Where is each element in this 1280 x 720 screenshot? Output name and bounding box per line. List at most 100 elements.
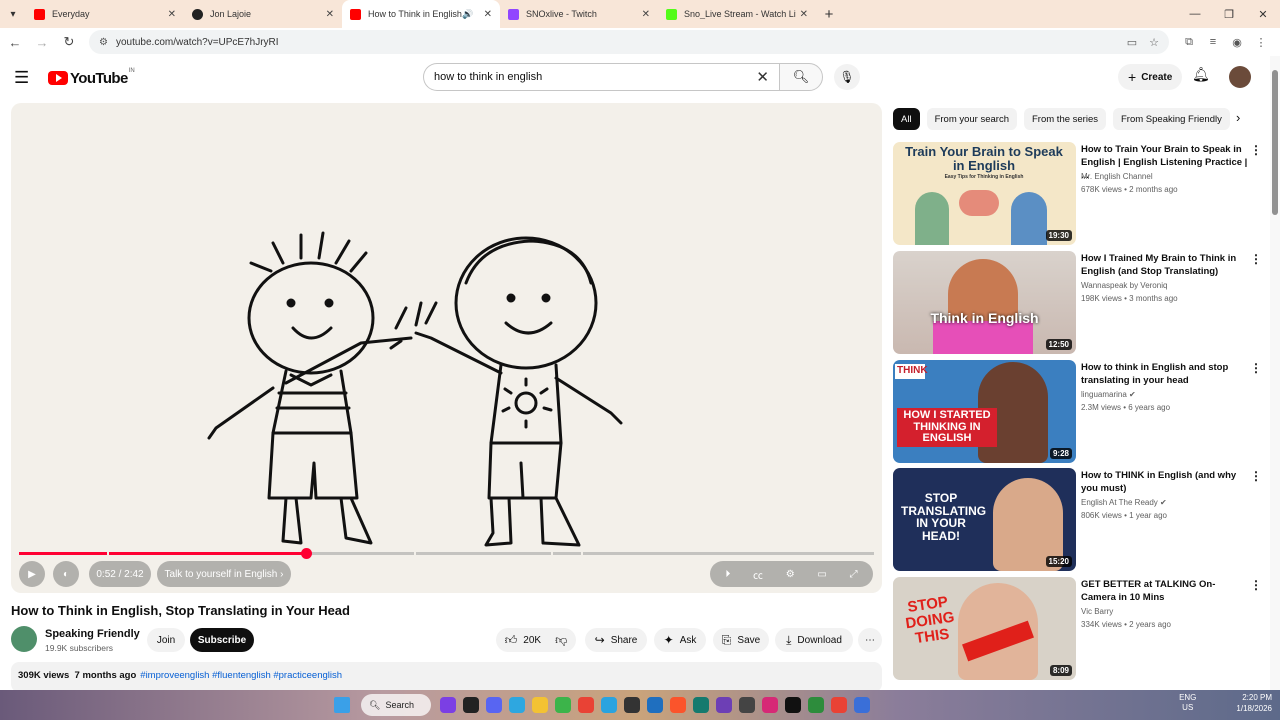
maximize-icon[interactable]: ❐ (1212, 0, 1246, 28)
subscribe-button[interactable]: Subscribe (190, 628, 254, 652)
account-avatar[interactable] (1229, 66, 1251, 88)
telegram-icon[interactable] (601, 697, 617, 713)
taskbar-search[interactable]: 🔍︎ Search (361, 694, 431, 716)
site-info-icon[interactable]: ⚙ (99, 37, 108, 48)
app-icon[interactable] (716, 697, 732, 713)
app-icon[interactable] (831, 697, 847, 713)
close-tab-icon[interactable]: ✕ (642, 9, 650, 20)
more-actions-button[interactable]: ⋯ (858, 628, 882, 652)
brave-icon[interactable] (670, 697, 686, 713)
share-button[interactable]: ↪ Share (585, 628, 647, 652)
app-icon[interactable] (624, 697, 640, 713)
recommendation-title[interactable]: GET BETTER at TALKING On-Camera in 10 Mi… (1081, 578, 1249, 604)
channel-name[interactable]: Speaking Friendly (45, 628, 140, 640)
video-player[interactable]: ▶ ◐ 0:52 / 2:42 Talk to yourself in Engl… (11, 103, 882, 593)
more-vertical-icon[interactable]: ⋮ (1250, 143, 1262, 157)
profile-icon[interactable]: ◉ (1225, 36, 1249, 49)
recommendation-item[interactable]: THINK HOW I STARTED THINKING IN ENGLISH … (893, 360, 1268, 464)
address-bar[interactable]: ⚙ youtube.com/watch?v=UPcE7hJryRI ▭ ☆ (89, 30, 1169, 54)
browser-tab[interactable]: Jon Lajoie ✕ (184, 0, 342, 28)
app-icon[interactable] (854, 697, 870, 713)
video-thumbnail[interactable]: STOP TRANSLATING IN YOUR HEAD! 15:20 (893, 468, 1076, 571)
browser-tab[interactable]: Everyday ✕ (26, 0, 184, 28)
download-button[interactable]: ⤓ Download (775, 628, 853, 652)
play-button[interactable]: ▶ (19, 561, 45, 587)
join-button[interactable]: Join (147, 628, 185, 652)
thumbs-down-icon[interactable]: 👎︎ (555, 633, 567, 648)
recommendation-channel[interactable]: linguamarina ✔ (1081, 390, 1136, 399)
more-vertical-icon[interactable]: ⋮ (1250, 252, 1262, 266)
app-icon[interactable] (693, 697, 709, 713)
close-tab-icon[interactable]: ✕ (168, 9, 176, 20)
chip-from-the-series[interactable]: From the series (1024, 108, 1106, 130)
app-icon[interactable] (555, 697, 571, 713)
notifications-bell-icon[interactable]: 🔔︎ (1192, 66, 1210, 83)
app-icon[interactable] (785, 697, 801, 713)
recommendation-item[interactable]: Train Your Brain to Speak in English Eas… (893, 142, 1268, 246)
recommendation-item[interactable]: Think in English 12:50 How I Trained My … (893, 251, 1268, 355)
recommendation-item[interactable]: STOP DOING THIS 8:09 GET BETTER at TALKI… (893, 577, 1268, 681)
recommendation-title[interactable]: How to THINK in English (and why you mus… (1081, 469, 1249, 495)
file-explorer-icon[interactable] (532, 697, 548, 713)
windows-start-icon[interactable] (334, 697, 350, 713)
captions-icon[interactable]: ㏄ (753, 567, 763, 582)
browser-tab-active[interactable]: How to Think in English, Sto 🔊 ✕ (342, 0, 500, 28)
close-tab-icon[interactable]: ✕ (484, 9, 492, 20)
app-icon[interactable] (647, 697, 663, 713)
menu-icon[interactable]: ☰ (14, 68, 38, 88)
video-thumbnail[interactable]: STOP DOING THIS 8:09 (893, 577, 1076, 680)
back-icon[interactable]: ← (3, 30, 27, 54)
app-icon[interactable] (440, 697, 456, 713)
close-tab-icon[interactable]: ✕ (800, 9, 808, 20)
fullscreen-icon[interactable]: ⤢ (850, 569, 858, 580)
recommendation-channel[interactable]: Mr. English Channel (1081, 172, 1153, 181)
video-thumbnail[interactable]: Train Your Brain to Speak in English Eas… (893, 142, 1076, 245)
like-count[interactable]: 20K (523, 635, 541, 646)
app-icon[interactable] (463, 697, 479, 713)
theater-mode-icon[interactable]: ▭ (817, 569, 826, 580)
save-button[interactable]: ⎘ Save (713, 628, 769, 652)
progress-scrubber[interactable] (301, 548, 312, 559)
settings-gear-icon[interactable]: ⚙ (786, 569, 795, 580)
recommendation-channel[interactable]: Wannaspeak by Veroniq (1081, 281, 1167, 290)
search-input[interactable]: how to think in english ✕ (423, 63, 779, 91)
ask-button[interactable]: ✦ Ask (654, 628, 706, 652)
chip-from-channel[interactable]: From Speaking Friendly (1113, 108, 1230, 130)
tab-search-icon[interactable]: ▾ (0, 0, 26, 28)
chip-all[interactable]: All (893, 108, 920, 130)
video-thumbnail[interactable]: THINK HOW I STARTED THINKING IN ENGLISH … (893, 360, 1076, 463)
app-icon[interactable] (739, 697, 755, 713)
recommendation-channel[interactable]: Vic Barry (1081, 607, 1113, 616)
hashtags[interactable]: #improveenglish #fluentenglish #practice… (140, 670, 342, 681)
channel-avatar[interactable] (11, 626, 37, 652)
thumbs-up-icon[interactable]: 👍︎ (505, 633, 518, 648)
more-vertical-icon[interactable]: ⋮ (1250, 469, 1262, 483)
video-progress-bar[interactable] (19, 548, 874, 559)
close-tab-icon[interactable]: ✕ (326, 9, 334, 20)
app-icon[interactable] (808, 697, 824, 713)
browser-menu-icon[interactable]: ⋮ (1249, 36, 1273, 49)
create-button[interactable]: + Create (1118, 64, 1183, 90)
recommendation-title[interactable]: How to think in English and stop transla… (1081, 361, 1249, 387)
cast-icon[interactable]: ▭ (1127, 36, 1137, 49)
new-tab-icon[interactable]: + (816, 0, 842, 28)
voice-search-button[interactable]: 🎙︎ (834, 64, 860, 90)
clear-search-icon[interactable]: ✕ (756, 68, 769, 86)
media-icon[interactable]: ≡ (1201, 36, 1225, 49)
app-icon[interactable] (509, 697, 525, 713)
youtube-logo[interactable]: YouTube IN (48, 68, 135, 87)
language-indicator[interactable]: ENG US (1179, 693, 1196, 713)
more-vertical-icon[interactable]: ⋮ (1250, 361, 1262, 375)
clock[interactable]: 2:20 PM 1/18/2026 (1236, 692, 1272, 714)
page-scrollbar[interactable] (1270, 56, 1280, 690)
reload-icon[interactable]: ↻ (57, 30, 81, 54)
speaker-icon[interactable]: 🔊 (462, 9, 473, 20)
volume-button[interactable]: ◐ (53, 561, 79, 587)
recommendation-item[interactable]: STOP TRANSLATING IN YOUR HEAD! 15:20 How… (893, 468, 1268, 572)
chip-from-your-search[interactable]: From your search (926, 108, 1017, 130)
more-vertical-icon[interactable]: ⋮ (1250, 578, 1262, 592)
video-thumbnail[interactable]: Think in English 12:50 (893, 251, 1076, 354)
forward-icon[interactable]: → (30, 30, 54, 54)
discord-icon[interactable] (486, 697, 502, 713)
minimize-icon[interactable]: — (1178, 0, 1212, 28)
